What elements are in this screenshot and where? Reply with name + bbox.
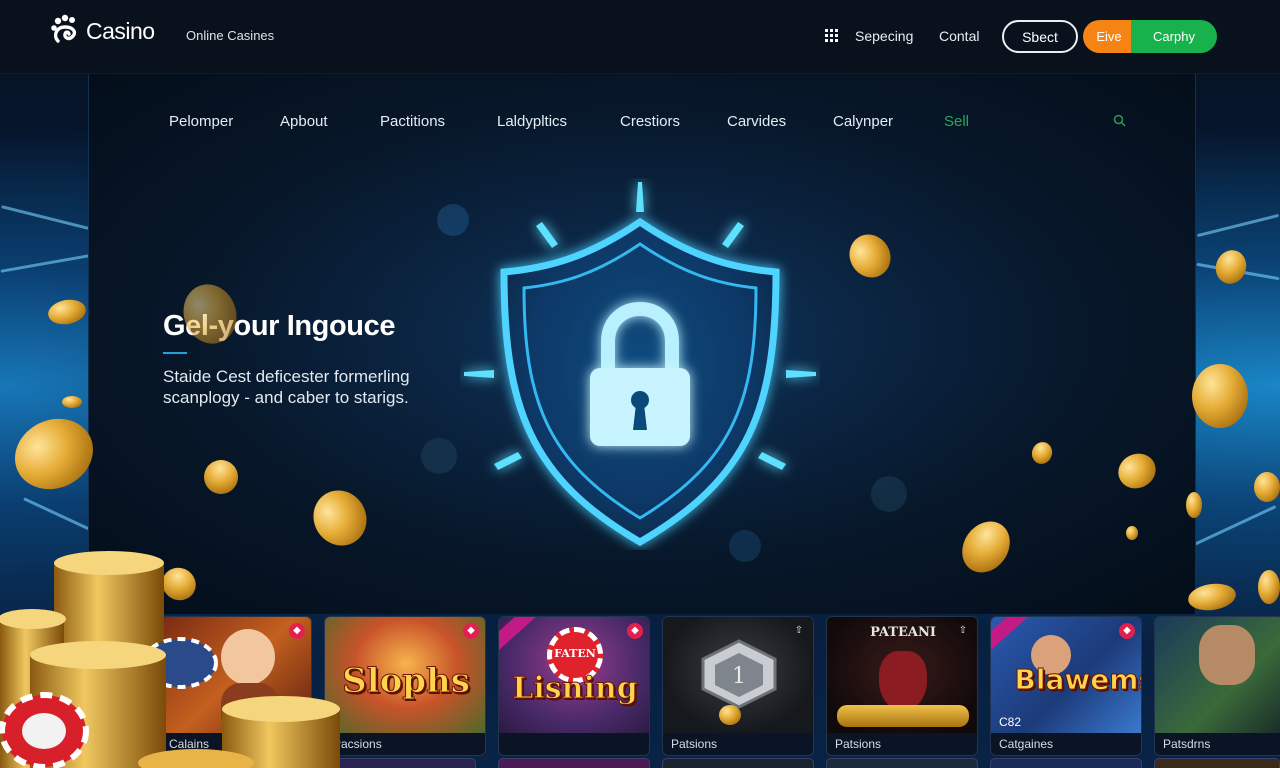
gold-coin: [719, 705, 741, 725]
game-label: Catgaines: [999, 737, 1054, 751]
coin-stacks: [0, 551, 340, 768]
top-bar: Casino Online Casines Sepecing Contal Sb…: [0, 0, 1280, 74]
game-label: Patsdrns: [1163, 737, 1211, 751]
carphy-button[interactable]: Carphy: [1131, 20, 1217, 53]
svg-text:1: 1: [732, 664, 746, 689]
top-link-contal[interactable]: Contal: [939, 28, 979, 44]
gold-coin: [1192, 364, 1248, 428]
grid-icon[interactable]: [825, 29, 838, 42]
silver-emblem-icon: 1: [701, 639, 777, 709]
hero-title-underline: [163, 352, 187, 354]
shield-lock-icon: [464, 182, 816, 547]
favorite-badge-icon[interactable]: ◆: [463, 623, 479, 639]
hero-subtitle: Staide Cest deficester formerling scanpl…: [163, 366, 410, 408]
hero-subtitle-line: scanplogy - and caber to starigs.: [163, 388, 409, 407]
gold-coin: [1126, 526, 1138, 540]
share-badge-icon[interactable]: ⇧: [791, 623, 807, 639]
game-card-row2: [662, 758, 814, 768]
bokeh-light: [871, 476, 907, 512]
game-title: Lisning: [512, 671, 638, 707]
gold-coin: [62, 396, 82, 408]
share-badge-icon[interactable]: ⇧: [955, 623, 971, 639]
gold-pile: [837, 705, 969, 727]
game-card-row2: [1154, 758, 1280, 768]
game-number: C82: [999, 715, 1022, 729]
nav-item-crestiors[interactable]: Crestiors: [620, 113, 680, 130]
search-icon[interactable]: [1113, 114, 1126, 127]
game-card[interactable]: 1 ⇧ Patsions: [662, 616, 814, 756]
game-card[interactable]: PATEANI ⇧ Patsions: [826, 616, 978, 756]
sbect-button[interactable]: Sbect: [1002, 20, 1078, 53]
game-card[interactable]: Patsdrns: [1154, 616, 1280, 756]
nav-item-pactitions[interactable]: Pactitions: [380, 113, 445, 130]
nav-item-carvides[interactable]: Carvides: [727, 113, 786, 130]
logo[interactable]: Casino: [50, 14, 155, 48]
eive-button[interactable]: Eive: [1083, 20, 1135, 53]
dwarf-character: [1199, 625, 1255, 685]
paw-logo-icon: [51, 14, 77, 43]
bokeh-light: [421, 438, 457, 474]
game-subtitle: FATEN: [554, 647, 596, 660]
hero-subtitle-line: Staide Cest deficester formerling: [163, 367, 410, 386]
nav-item-apbout[interactable]: Apbout: [280, 113, 328, 130]
game-card-row2: [498, 758, 650, 768]
gold-coin: [1258, 570, 1280, 604]
nav-item-calynper[interactable]: Calynper: [833, 113, 893, 130]
game-title: BlawemsManes: [1014, 663, 1141, 697]
top-link-sepecing[interactable]: Sepecing: [855, 28, 913, 44]
game-label: Patsions: [671, 737, 718, 751]
favorite-badge-icon[interactable]: ◆: [1119, 623, 1135, 639]
nav-item-sell[interactable]: Sell: [944, 113, 969, 130]
logo-text: Casino: [86, 17, 155, 44]
game-card-row2: [826, 758, 978, 768]
game-card[interactable]: BlawemsManes C82 ◆ Catgaines: [990, 616, 1142, 756]
favorite-badge-icon[interactable]: ◆: [627, 623, 643, 639]
gold-coin: [1254, 472, 1280, 502]
nav-item-pelomper[interactable]: Pelomper: [169, 113, 233, 130]
game-art: [1155, 617, 1280, 733]
creature-face: [879, 651, 927, 711]
gold-coin: [1186, 492, 1202, 518]
game-label: Patsions: [835, 737, 882, 751]
game-card[interactable]: FATEN Lisning ◆: [498, 616, 650, 756]
game-card-row2: [990, 758, 1142, 768]
nav-item-laldypltics[interactable]: Laldypltics: [497, 113, 567, 130]
site-tagline: Online Casines: [186, 28, 275, 43]
